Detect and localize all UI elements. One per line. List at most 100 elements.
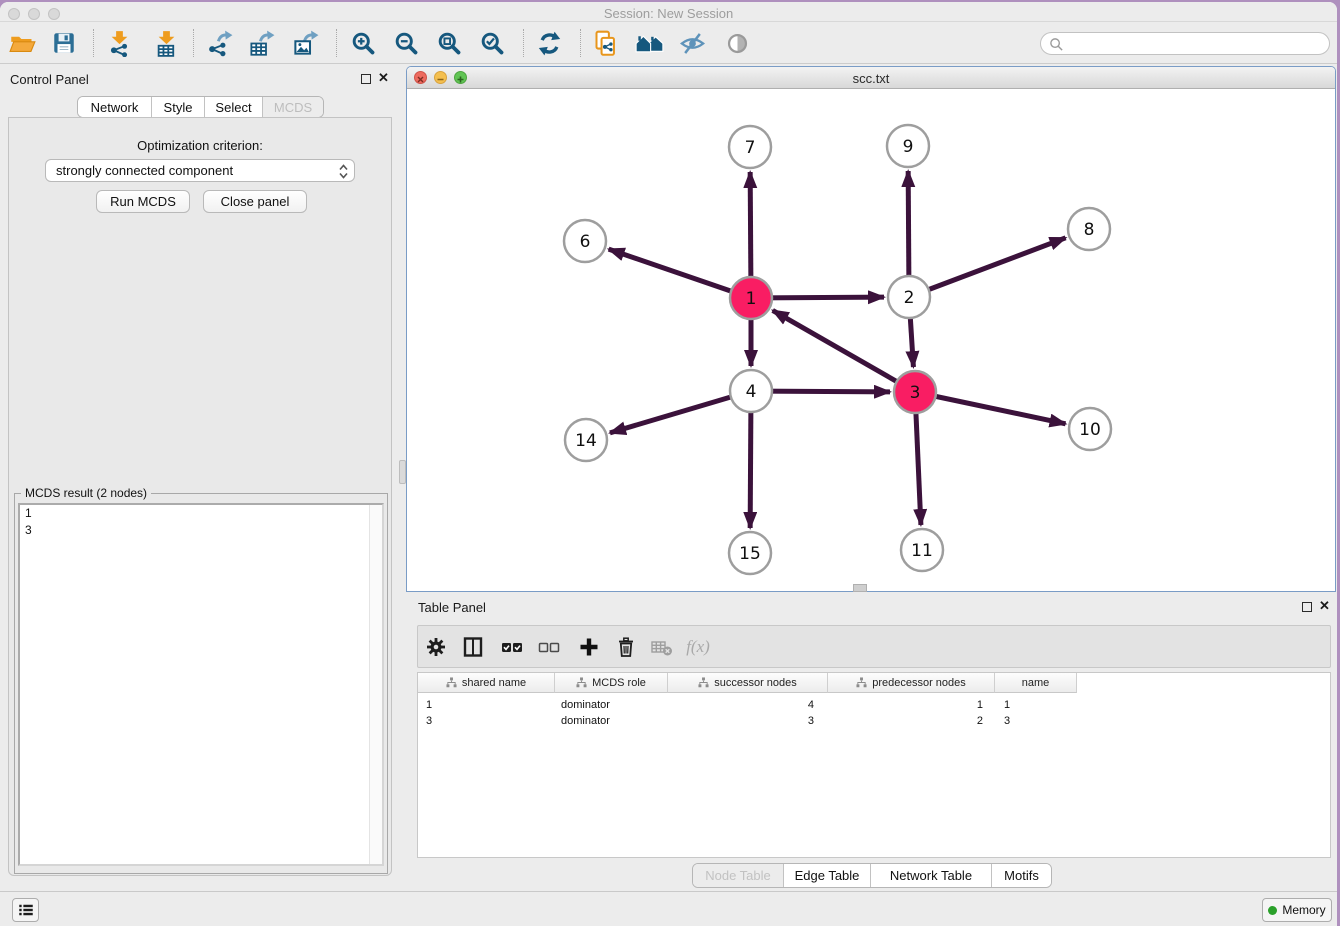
optimization-criterion-label: Optimization criterion:: [9, 138, 391, 153]
export-image-icon[interactable]: [290, 28, 320, 58]
result-line: 1: [20, 505, 382, 522]
zoom-in-icon[interactable]: [348, 28, 378, 58]
table-header-row: shared name MCDS role successor nodes pr…: [418, 673, 1077, 693]
close-panel-button[interactable]: Close panel: [203, 190, 307, 213]
memory-button[interactable]: Memory: [1262, 898, 1332, 922]
deselect-all-boxes-icon[interactable]: [535, 633, 563, 661]
network-title: scc.txt: [407, 71, 1335, 86]
table-toolbar: f(x): [417, 625, 1331, 668]
column-label: successor nodes: [714, 677, 797, 689]
chevron-up-down-icon: [339, 164, 348, 185]
cell-mcds-role[interactable]: dominator: [555, 713, 668, 729]
cell-name[interactable]: 3: [995, 713, 1077, 729]
column-type-icon: [576, 677, 587, 688]
import-network-icon[interactable]: [104, 28, 134, 58]
cell-mcds-role[interactable]: dominator: [555, 697, 668, 713]
tab-style[interactable]: Style: [152, 97, 205, 117]
mcds-result-textarea[interactable]: 1 3: [18, 503, 384, 866]
import-table-icon[interactable]: [151, 28, 181, 58]
column-label: predecessor nodes: [872, 677, 966, 689]
task-history-button[interactable]: [12, 898, 39, 922]
mcds-panel: Optimization criterion: strongly connect…: [8, 117, 392, 876]
node-table: shared name MCDS role successor nodes pr…: [417, 672, 1331, 858]
column-header-shared-name[interactable]: shared name: [418, 673, 555, 693]
network-window-titlebar[interactable]: scc.txt: [407, 67, 1335, 89]
cell-predecessor-nodes[interactable]: 1: [828, 697, 995, 713]
column-header-successor-nodes[interactable]: successor nodes: [668, 673, 828, 693]
settings-gear-icon[interactable]: [422, 633, 450, 661]
refresh-layout-icon[interactable]: [534, 28, 564, 58]
table-panel-float-icon[interactable]: [1302, 602, 1312, 612]
table-row[interactable]: 1 dominator 4 1 1: [418, 697, 1077, 713]
column-header-name[interactable]: name: [995, 673, 1077, 693]
cell-successor-nodes[interactable]: 3: [668, 713, 828, 729]
table-row[interactable]: 3 dominator 3 2 3: [418, 713, 1077, 729]
result-scrollbar[interactable]: [369, 505, 382, 864]
run-mcds-button[interactable]: Run MCDS: [96, 190, 190, 213]
preview-eye-icon[interactable]: [722, 28, 752, 58]
zoom-selected-icon[interactable]: [477, 28, 507, 58]
open-session-icon[interactable]: [7, 28, 37, 58]
column-label: shared name: [462, 677, 526, 689]
cell-shared-name[interactable]: 3: [418, 713, 555, 729]
delete-table-icon[interactable]: [648, 633, 676, 661]
select-all-checks-icon[interactable]: [498, 633, 526, 661]
split-view-icon[interactable]: [459, 633, 487, 661]
graph-edge-2-8[interactable]: [909, 238, 1066, 297]
tab-network-table[interactable]: Network Table: [871, 864, 992, 887]
graph-node-label: 6: [580, 232, 591, 252]
show-all-houses-icon[interactable]: [634, 28, 664, 58]
memory-status-dot: [1268, 906, 1277, 915]
export-table-icon[interactable]: [246, 28, 276, 58]
graph-node-label: 15: [739, 544, 761, 564]
clone-network-icon[interactable]: [590, 28, 620, 58]
cell-successor-nodes[interactable]: 4: [668, 697, 828, 713]
result-line: 3: [20, 522, 382, 539]
dropdown-value: strongly connected component: [56, 163, 233, 178]
toolbar-separator: [193, 29, 194, 57]
optimization-criterion-select[interactable]: strongly connected component: [45, 159, 355, 182]
graph-node-label: 1: [746, 289, 757, 309]
cell-predecessor-nodes[interactable]: 2: [828, 713, 995, 729]
graph-edge-3-10[interactable]: [915, 392, 1066, 424]
zoom-out-icon[interactable]: [391, 28, 421, 58]
search-input[interactable]: [1067, 34, 1322, 53]
zoom-fit-icon[interactable]: [434, 28, 464, 58]
list-icon: [17, 901, 35, 919]
graph-node-label: 11: [911, 541, 933, 561]
cell-shared-name[interactable]: 1: [418, 697, 555, 713]
tab-select[interactable]: Select: [205, 97, 263, 117]
function-builder-icon[interactable]: f(x): [684, 633, 712, 661]
table-panel-title: Table Panel: [418, 600, 486, 615]
column-type-icon: [446, 677, 457, 688]
control-panel-float-icon[interactable]: [361, 74, 371, 84]
column-type-icon: [856, 677, 867, 688]
add-column-icon[interactable]: [575, 633, 603, 661]
column-label: name: [1022, 677, 1050, 689]
column-header-mcds-role[interactable]: MCDS role: [555, 673, 668, 693]
panel-splitter-handle[interactable]: [399, 460, 406, 484]
control-panel-title: Control Panel: [10, 72, 89, 87]
delete-column-trash-icon[interactable]: [612, 633, 640, 661]
tab-mcds[interactable]: MCDS: [263, 97, 323, 117]
export-network-icon[interactable]: [204, 28, 234, 58]
tab-network[interactable]: Network: [78, 97, 152, 117]
tab-edge-table[interactable]: Edge Table: [784, 864, 871, 887]
graph-node-label: 14: [575, 431, 597, 451]
graph-node-label: 7: [745, 138, 756, 158]
control-panel-close-icon[interactable]: ✕: [378, 73, 389, 83]
save-session-icon[interactable]: [49, 28, 79, 58]
tab-motifs[interactable]: Motifs: [992, 864, 1051, 887]
network-canvas[interactable]: 1234678910111415: [407, 89, 1335, 591]
column-header-predecessor-nodes[interactable]: predecessor nodes: [828, 673, 995, 693]
main-toolbar: [0, 23, 1337, 64]
network-resize-grip[interactable]: [853, 584, 867, 592]
window-title: Session: New Session: [0, 6, 1337, 21]
graph-edge-3-1[interactable]: [773, 310, 915, 392]
tab-node-table[interactable]: Node Table: [693, 864, 784, 887]
hide-eye-slash-icon[interactable]: [677, 28, 707, 58]
graph-edge-1-6[interactable]: [609, 249, 751, 298]
graph-node-label: 3: [910, 383, 921, 403]
cell-name[interactable]: 1: [995, 697, 1077, 713]
table-panel-close-icon[interactable]: ✕: [1319, 601, 1330, 611]
